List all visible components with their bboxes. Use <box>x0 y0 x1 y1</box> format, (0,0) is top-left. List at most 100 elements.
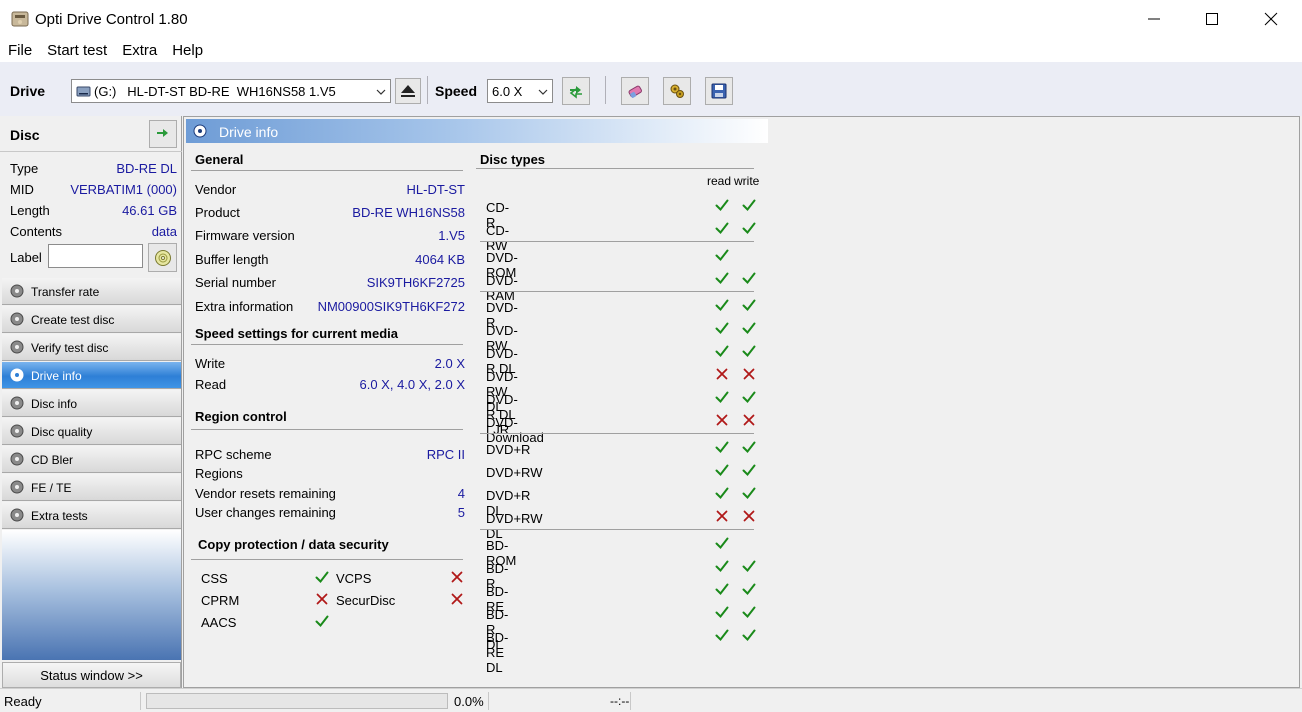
cross-icon <box>743 368 755 380</box>
disc-type-row-dvd-rw: DVD-RW <box>184 319 756 353</box>
eject-button[interactable] <box>395 78 421 104</box>
window-title: Opti Drive Control 1.80 <box>35 11 188 28</box>
status-divider <box>630 692 631 710</box>
check-icon <box>715 299 729 312</box>
disc-mid-row: MID VERBATIM1 (000) <box>10 180 177 200</box>
nav-item-label: Verify test disc <box>31 341 109 355</box>
check-icon <box>742 464 756 477</box>
refresh-speed-button[interactable] <box>562 77 590 105</box>
nav-item-create-test-disc[interactable]: Create test disc <box>2 306 181 333</box>
check-icon <box>742 487 756 500</box>
cross-icon <box>716 510 728 522</box>
section-divider <box>191 170 463 171</box>
drive-info-icon <box>193 124 207 138</box>
left-panel: Disc Type BD-RE DL MID VERBATIM1 (000) L… <box>0 116 182 688</box>
menu-extra[interactable]: Extra <box>114 38 164 62</box>
cross-icon <box>743 414 755 426</box>
nav-item-verify-test-disc[interactable]: Verify test disc <box>2 334 181 361</box>
nav-item-label: Transfer rate <box>31 285 100 299</box>
title-bar: Opti Drive Control 1.80 <box>0 0 1302 38</box>
minimize-button[interactable] <box>1125 0 1183 38</box>
disc-type-row-dvd-r-dl: DVD-R DL <box>184 342 756 376</box>
disc-label-button[interactable] <box>148 243 177 272</box>
disc-type-name: DVD+RW <box>486 465 543 480</box>
menu-start-test[interactable]: Start test <box>39 38 114 62</box>
check-icon <box>715 249 729 262</box>
disc-icon <box>10 368 24 382</box>
nav-item-cd-bler[interactable]: CD Bler <box>2 446 181 473</box>
drive-select[interactable]: (G:) HL-DT-ST BD-RE WH16NS58 1.V5 <box>71 79 391 103</box>
disc-type-group-divider <box>480 433 754 434</box>
app-icon <box>11 11 29 27</box>
minimize-icon <box>1148 18 1160 20</box>
disc-length-value: 46.61 GB <box>122 203 177 218</box>
nav-item-transfer-rate[interactable]: Transfer rate <box>2 278 181 305</box>
nav-item-disc-quality[interactable]: Disc quality <box>2 418 181 445</box>
check-icon <box>715 583 729 596</box>
status-divider <box>140 692 141 710</box>
settings-button[interactable] <box>663 77 691 105</box>
disc-type-row-dvd-download: DVD-Download <box>184 411 755 445</box>
nav-item-fe-te[interactable]: FE / TE <box>2 474 181 501</box>
maximize-icon <box>1206 13 1218 25</box>
menu-help[interactable]: Help <box>164 38 210 62</box>
disc-icon <box>10 480 24 494</box>
disc-type-row: Type BD-RE DL <box>10 159 177 179</box>
nav-item-disc-info[interactable]: Disc info <box>2 390 181 417</box>
check-icon <box>715 199 729 212</box>
disc-type-row-dvd-r-dl-ljr: DVD-R DL LJR <box>184 388 756 437</box>
nav-item-label: FE / TE <box>31 481 72 495</box>
speed-select-value: 6.0 X <box>492 84 523 99</box>
speed-label: Speed <box>435 83 478 99</box>
speed-select[interactable]: 6.0 X <box>487 79 553 103</box>
menu-file[interactable]: File <box>0 38 39 62</box>
progress-bar <box>146 693 448 709</box>
check-icon <box>715 272 729 285</box>
status-bar: Ready 0.0% --:-- <box>0 688 1302 712</box>
check-icon <box>742 629 756 642</box>
disc-type-name: CD-RW <box>486 223 510 253</box>
section-divider <box>476 168 754 169</box>
disc-type-group-divider <box>480 291 754 292</box>
erase-button[interactable] <box>621 77 649 105</box>
disc-icon <box>10 424 24 438</box>
disc-type-row-bd-r-dl: BD-R DL <box>184 603 756 652</box>
disc-type-row-dvd-r: DVD+R <box>184 438 756 461</box>
refresh-icon <box>569 86 582 99</box>
disc-icon <box>10 312 24 326</box>
drive-label: Drive <box>10 83 46 99</box>
disc-label-input[interactable] <box>48 244 143 268</box>
refresh-disc-button[interactable] <box>149 120 177 148</box>
status-window-button[interactable]: Status window >> <box>2 662 181 688</box>
disc-length-label: Length <box>10 203 50 218</box>
save-button[interactable] <box>705 77 733 105</box>
disc-icon <box>10 396 24 410</box>
check-icon <box>742 199 756 212</box>
status-divider <box>488 692 489 710</box>
nav-item-label: Disc quality <box>31 425 93 439</box>
disc-mid-label: MID <box>10 182 34 197</box>
nav-item-drive-info[interactable]: Drive info <box>2 362 181 389</box>
disc-type-row-dvd-r-dl: DVD+R DL <box>184 484 756 518</box>
disc-type-row-cd-rw: CD-RW <box>184 219 756 253</box>
menu-bar: File Start test Extra Help <box>0 38 1302 62</box>
nav-item-label: Disc info <box>31 397 78 411</box>
disc-icon <box>10 508 24 522</box>
disc-length-row: Length 46.61 GB <box>10 201 177 221</box>
disc-type-group-divider <box>480 241 754 242</box>
cross-icon <box>716 414 728 426</box>
disc-type-row-cd-r: CD-R <box>184 196 756 230</box>
nav-item-extra-tests[interactable]: Extra tests <box>2 502 181 529</box>
close-button[interactable] <box>1242 0 1300 38</box>
disc-icon <box>10 284 24 298</box>
maximize-button[interactable] <box>1183 0 1241 38</box>
navigation-background <box>2 530 181 660</box>
check-icon <box>715 487 729 500</box>
check-icon <box>715 391 729 404</box>
read-column-header: read <box>707 174 732 188</box>
disc-type-row-bd-r: BD-R <box>184 557 756 591</box>
panel-title: Drive info <box>219 124 279 140</box>
save-icon <box>711 83 727 99</box>
disc-type-name: DVD-RAM <box>486 273 518 303</box>
check-icon <box>742 345 756 358</box>
